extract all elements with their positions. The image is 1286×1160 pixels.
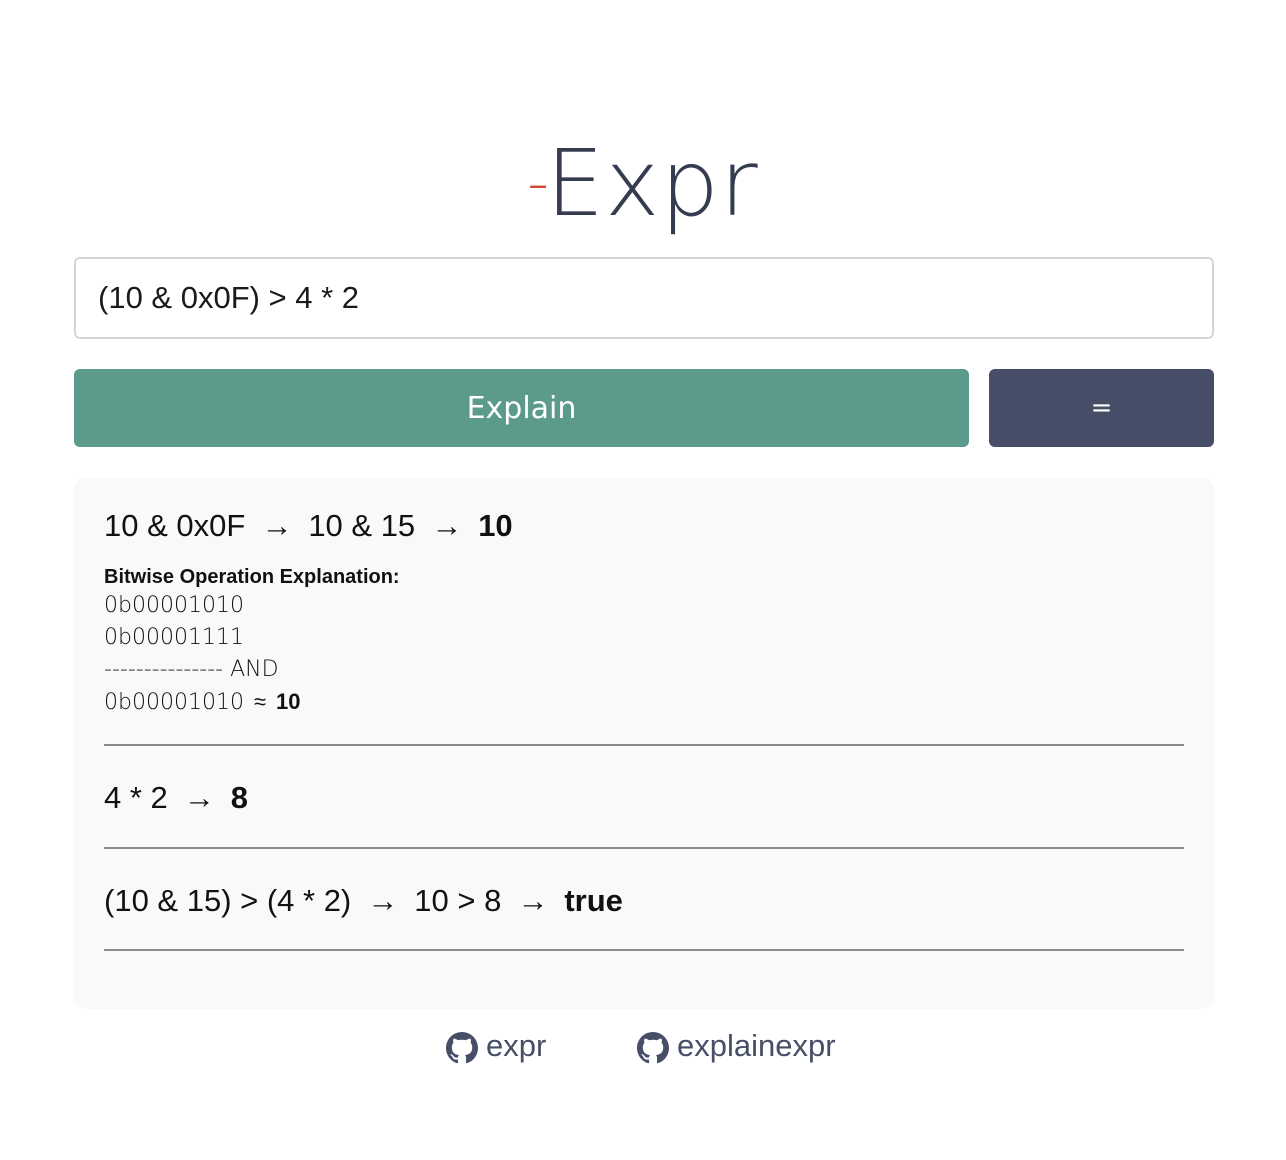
github-icon [446,1032,478,1064]
step-result: true [564,883,623,918]
arrow-icon: → [367,883,399,918]
arrow-icon: → [183,780,215,815]
page: -Expr Explain = 10 & 0x0F → 10 & 15 → 10 Bit… [0,0,1286,1160]
bitwise-output: 0b00001010 ≈10 [104,686,1184,719]
bitwise-explanation: Bitwise Operation Explanation: 0b0000101… [104,564,1184,719]
step-part: 10 > 8 [414,883,502,918]
expression-input[interactable] [74,257,1214,339]
expr-repo-label: expr [486,1028,547,1063]
app-logo: -Expr [0,128,1286,239]
step-part: 10 & 0x0F [104,508,246,543]
explainexpr-repo-link[interactable]: explainexpr [637,1024,836,1068]
explanation-panel: 10 & 0x0F → 10 & 15 → 10 Bitwise Operation E… [74,478,1214,1009]
step-part: 4 * 2 [104,780,168,815]
bitwise-output-value: 10 [276,689,301,714]
explanation-step: 4 * 2 → 8 [104,746,1184,849]
github-icon [637,1032,669,1064]
arrow-icon: → [431,508,463,543]
evaluate-button[interactable]: = [989,369,1214,447]
step-part: (10 & 15) > (4 * 2) [104,883,352,918]
logo-text: Expr [545,130,759,237]
expr-repo-link[interactable]: expr [446,1024,546,1068]
bitwise-operand-b: 0b00001111 [104,625,244,650]
explanation-step: 10 & 0x0F → 10 & 15 → 10 Bitwise Operation E… [104,478,1184,746]
footer: expr explainexpr [0,1024,1286,1068]
arrow-icon: → [261,508,293,543]
explainexpr-repo-label: explainexpr [677,1028,836,1063]
explanation-step: (10 & 15) > (4 * 2) → 10 > 8 → true [104,849,1184,951]
bitwise-title: Bitwise Operation Explanation: [104,566,400,588]
bitwise-operand-a: 0b00001010 [104,593,244,618]
step-result: 10 [478,508,513,543]
arrow-icon: → [517,883,549,918]
explain-button[interactable]: Explain [74,369,969,447]
step-result: 8 [230,780,249,815]
bitwise-separator: --------------- AND [104,657,279,682]
step-expression: 4 * 2 → 8 [104,746,1184,816]
step-expression: 10 & 0x0F → 10 & 15 → 10 [104,478,1184,544]
bitwise-output-binary: 0b00001010 [104,690,244,715]
approx-icon: ≈ [253,690,267,715]
step-part: 10 & 15 [308,508,416,543]
step-expression: (10 & 15) > (4 * 2) → 10 > 8 → true [104,849,1184,919]
